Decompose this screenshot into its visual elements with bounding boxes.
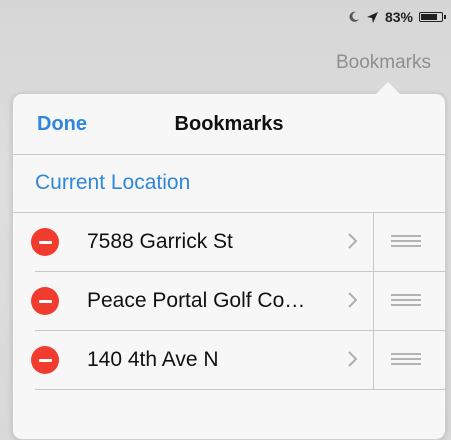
battery-percent: 83% — [384, 9, 413, 25]
chevron-right-icon — [348, 351, 358, 372]
battery-icon — [419, 12, 446, 22]
row-divider — [373, 331, 374, 390]
delete-icon[interactable] — [31, 228, 59, 256]
status-bar: 83% — [348, 8, 446, 26]
bookmarks-nav-button[interactable]: Bookmarks — [336, 52, 431, 74]
bookmark-row[interactable]: 140 4th Ave N — [31, 331, 445, 390]
reorder-handle-icon[interactable] — [391, 353, 421, 368]
delete-icon[interactable] — [31, 287, 59, 315]
row-divider — [373, 272, 374, 331]
reorder-handle-icon[interactable] — [391, 235, 421, 250]
bookmark-label: Peace Portal Golf Co… — [87, 289, 306, 312]
bookmark-label: 7588 Garrick St — [87, 230, 233, 253]
bookmark-list: 7588 Garrick St Peace Portal Golf Co… 14… — [13, 213, 445, 390]
reorder-handle-icon[interactable] — [391, 294, 421, 309]
bookmark-row[interactable]: Peace Portal Golf Co… — [31, 272, 445, 331]
moon-icon — [348, 11, 360, 23]
current-location-row[interactable]: Current Location — [13, 155, 445, 213]
popover-title: Bookmarks — [174, 113, 284, 135]
bookmarks-popover: Done Bookmarks Current Location 7588 Gar… — [12, 82, 446, 440]
chevron-right-icon — [348, 292, 358, 313]
location-arrow-icon — [366, 11, 379, 24]
row-divider — [373, 213, 374, 272]
bookmark-label: 140 4th Ave N — [87, 348, 219, 371]
popover-arrow — [376, 82, 400, 94]
current-location-label: Current Location — [35, 171, 191, 194]
delete-icon[interactable] — [31, 346, 59, 374]
popover-navbar: Done Bookmarks — [13, 94, 445, 155]
chevron-right-icon — [348, 233, 358, 254]
bookmark-row[interactable]: 7588 Garrick St — [31, 213, 445, 272]
